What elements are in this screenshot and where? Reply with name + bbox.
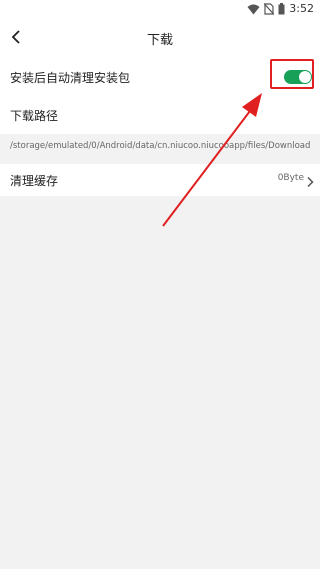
- page-title: 下载: [146, 33, 173, 48]
- wifi-icon: [247, 0, 260, 19]
- cache-size-value: 0Byte: [277, 173, 304, 183]
- auto-clean-label: 安装后自动清理安装包: [10, 71, 131, 85]
- download-path-value: /storage/emulated/0/Android/data/cn.niuc…: [10, 141, 311, 151]
- chevron-right-icon: [305, 173, 315, 188]
- download-path-setting-row[interactable]: 下载路径: [0, 96, 320, 134]
- status-time: 3:52: [289, 2, 314, 15]
- app-bar: 下载: [0, 18, 320, 58]
- download-path-label: 下载路径: [10, 109, 59, 123]
- status-bar: 3:52: [0, 0, 320, 18]
- no-sim-icon: [263, 0, 275, 19]
- clear-cache-label: 清理缓存: [10, 174, 59, 188]
- clear-cache-setting-row[interactable]: 清理缓存 0Byte: [0, 164, 320, 196]
- highlight-annotation-box: [270, 59, 314, 89]
- status-icons: 3:52: [247, 2, 314, 16]
- battery-icon: [278, 0, 285, 19]
